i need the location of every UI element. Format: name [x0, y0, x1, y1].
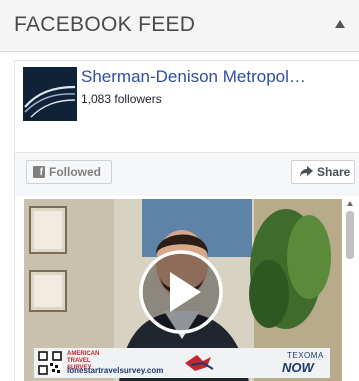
survey-url: lonestartravelsurvey.com [67, 366, 164, 375]
page-logo[interactable] [23, 67, 77, 121]
scrollbar-thumb[interactable] [346, 211, 354, 259]
facebook-feed-widget: FACEBOOK FEED Sherman-Denison Metropol… … [0, 0, 359, 381]
post-area: AMERICAN TRAVEL SURVEY lonestartravelsur… [15, 196, 359, 381]
followed-label: Followed [49, 165, 101, 179]
action-bar: f Followed Share [15, 152, 359, 196]
followers-count: 1,083 followers [81, 92, 162, 106]
facebook-icon: f [33, 166, 45, 178]
video-player[interactable]: AMERICAN TRAVEL SURVEY lonestartravelsur… [24, 199, 342, 381]
page-info: Sherman-Denison Metropol… 1,083 follower… [15, 61, 359, 151]
share-arrow-icon [300, 166, 313, 179]
brand-top-text: TEXOMA [287, 351, 324, 360]
widget-header: FACEBOOK FEED [0, 0, 359, 52]
video-lower-third: AMERICAN TRAVEL SURVEY lonestartravelsur… [34, 348, 330, 378]
widget-title: FACEBOOK FEED [14, 13, 196, 36]
page-name-link[interactable]: Sherman-Denison Metropol… [81, 67, 306, 87]
brand-bottom-text: NOW [282, 360, 314, 375]
share-label: Share [317, 165, 351, 179]
feed-scrollbar[interactable] [345, 199, 355, 381]
page-logo-graphic [23, 67, 77, 121]
collapse-arrow-icon[interactable] [335, 20, 345, 28]
share-button[interactable]: Share [291, 160, 355, 184]
scroll-up-icon[interactable] [347, 201, 353, 206]
txdot-logo-icon [181, 351, 221, 375]
facebook-page-plugin: Sherman-Denison Metropol… 1,083 follower… [14, 60, 359, 381]
qr-code-icon [38, 351, 62, 375]
followed-button[interactable]: f Followed [26, 160, 112, 184]
